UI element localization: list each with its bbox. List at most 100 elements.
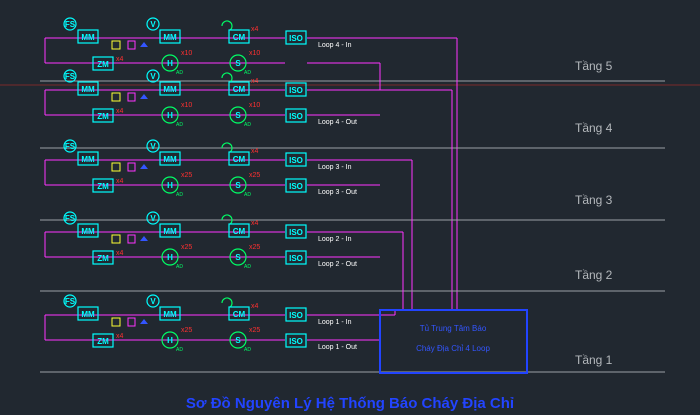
heat-detector-ad: AD: [176, 122, 183, 128]
loop-in-label: Loop 4 - In: [318, 42, 352, 49]
control-panel-line2: Cháy Địa Chỉ 4 Loop: [416, 344, 490, 353]
isolator-module-label: ISO: [289, 182, 303, 191]
smoke-detector-ad: AD: [244, 122, 251, 128]
smoke-detector-icon-label: S: [235, 181, 241, 190]
isolator-module-label: ISO: [289, 337, 303, 346]
smoke-detector-ad: AD: [244, 347, 251, 353]
floor-label: Tầng 4: [575, 121, 613, 135]
monitor-module-label: MM: [163, 33, 177, 42]
smoke-detector-ad: AD: [244, 264, 251, 270]
isolator-module-label: ISO: [289, 254, 303, 263]
control-module-label: CM: [233, 33, 246, 42]
end-of-line-resistor-icon: [111, 234, 121, 244]
flow-switch-icon-label: FS: [65, 72, 76, 81]
smoke-detector-icon-label: S: [235, 111, 241, 120]
heat-detector-icon-label: H: [167, 336, 173, 345]
control-module-label: CM: [233, 155, 246, 164]
smoke-detector-quantity: x25: [249, 244, 260, 251]
heat-detector-quantity: x25: [181, 244, 192, 251]
valve-icon-label: V: [150, 72, 156, 81]
manual-call-point-icon: [127, 162, 136, 172]
isolator-module-label: ISO: [289, 228, 303, 237]
valve-icon-label: V: [150, 214, 156, 223]
monitor-module-label: MM: [81, 227, 95, 236]
smoke-detector-quantity: x25: [249, 327, 260, 334]
cm-quantity: x4: [251, 148, 259, 155]
control-panel-box: [379, 309, 528, 374]
monitor-module-label: MM: [81, 310, 95, 319]
control-module-label: CM: [233, 310, 246, 319]
valve-icon-label: V: [150, 142, 156, 151]
bell-icon: [221, 20, 233, 31]
floor-label: Tầng 2: [575, 268, 613, 282]
zone-module-label: ZM: [97, 254, 109, 263]
floor-label: Tầng 1: [575, 353, 613, 367]
loop-out-label: Loop 4 - Out: [318, 119, 357, 126]
isolator-module-label: ISO: [289, 86, 303, 95]
control-panel: Tủ Trung Tâm Báo Cháy Địa Chỉ 4 Loop: [379, 309, 528, 374]
loop-in-label: Loop 1 - In: [318, 319, 352, 326]
isolator-module-label: ISO: [289, 156, 303, 165]
control-module-label: CM: [233, 227, 246, 236]
zm-quantity: x4: [116, 56, 124, 63]
bell-icon: [221, 297, 233, 308]
beacon-icon: [140, 319, 148, 324]
monitor-module-label: MM: [163, 310, 177, 319]
smoke-detector-ad: AD: [244, 70, 251, 76]
beacon-icon: [140, 236, 148, 241]
zm-quantity: x4: [116, 108, 124, 115]
isolator-module-label: ISO: [289, 34, 303, 43]
isolator-module-label: ISO: [289, 112, 303, 121]
flow-switch-icon-label: FS: [65, 142, 76, 151]
smoke-detector-icon-label: S: [235, 336, 241, 345]
smoke-detector-quantity: x25: [249, 172, 260, 179]
heat-detector-quantity: x10: [181, 102, 192, 109]
flow-switch-icon-label: FS: [65, 214, 76, 223]
beacon-icon: [140, 164, 148, 169]
smoke-detector-icon-label: S: [235, 253, 241, 262]
zone-module-label: ZM: [97, 112, 109, 121]
floor-2: Tầng 2FSMMVMM CMx4ISOZMx4 HADx25SADx25ISOL…: [40, 211, 665, 310]
smoke-detector-quantity: x10: [249, 102, 260, 109]
smoke-detector-icon-label: S: [235, 59, 241, 68]
loop-in-label: Loop 3 - In: [318, 164, 352, 171]
heat-detector-ad: AD: [176, 192, 183, 198]
heat-detector-ad: AD: [176, 264, 183, 270]
heat-detector-icon-label: H: [167, 181, 173, 190]
heat-detector-ad: AD: [176, 347, 183, 353]
monitor-module-label: MM: [81, 33, 95, 42]
cm-quantity: x4: [251, 220, 259, 227]
valve-icon-label: V: [150, 20, 156, 29]
heat-detector-icon-label: H: [167, 111, 173, 120]
manual-call-point-icon: [127, 234, 136, 244]
control-panel-line1: Tủ Trung Tâm Báo: [420, 324, 487, 333]
zone-module-label: ZM: [97, 60, 109, 69]
monitor-module-label: MM: [163, 227, 177, 236]
loop-out-label: Loop 3 - Out: [318, 189, 357, 196]
isolator-module-label: ISO: [289, 311, 303, 320]
beacon-icon: [140, 94, 148, 99]
floor-label: Tầng 3: [575, 193, 613, 207]
monitor-module-label: MM: [81, 85, 95, 94]
heat-detector-icon-label: H: [167, 253, 173, 262]
loop-out-label: Loop 1 - Out: [318, 344, 357, 351]
zm-quantity: x4: [116, 333, 124, 340]
flow-switch-icon-label: FS: [65, 297, 76, 306]
monitor-module-label: MM: [163, 85, 177, 94]
zm-quantity: x4: [116, 250, 124, 257]
heat-detector-icon-label: H: [167, 59, 173, 68]
manual-call-point-icon: [127, 40, 136, 50]
diagram-title: Sơ Đồ Nguyên Lý Hệ Thống Báo Cháy Địa Ch…: [186, 395, 514, 412]
heat-detector-quantity: x25: [181, 327, 192, 334]
heat-detector-quantity: x25: [181, 172, 192, 179]
end-of-line-resistor-icon: [111, 162, 121, 172]
floor-label: Tầng 5: [575, 59, 613, 73]
floors-layer: Tầng 5FSMMVMM CMx4ISOZMx4 HADx10SADx10Loop…: [40, 17, 665, 373]
floor-1: Tầng 1FSMMVMM CMx4ISOZMx4 HADx25SADx25ISOL…: [40, 294, 665, 373]
end-of-line-resistor-icon: [111, 92, 121, 102]
control-module-label: CM: [233, 85, 246, 94]
floor-3: Tầng 3FSMMVMM CMx4ISOZMx4 HADx25SADx25ISOL…: [40, 139, 665, 310]
cm-quantity: x4: [251, 78, 259, 85]
manual-call-point-icon: [127, 317, 136, 327]
cm-quantity: x4: [251, 26, 259, 33]
